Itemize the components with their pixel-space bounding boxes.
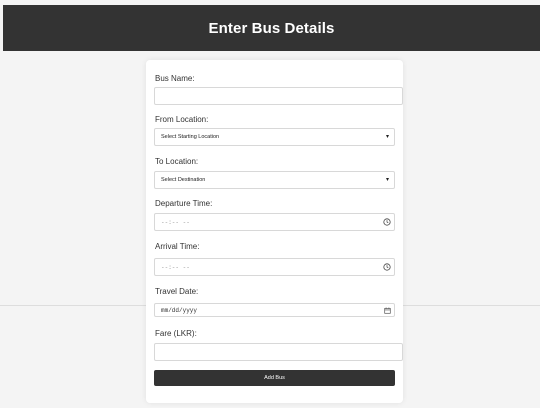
page-title: Enter Bus Details — [208, 19, 335, 37]
arrival-time-placeholder: --:-- -- — [161, 263, 190, 271]
bus-details-form: Bus Name: From Location: Select Starting… — [146, 60, 403, 403]
travel-date-placeholder: mm/dd/yyyy — [161, 306, 198, 314]
to-location-select[interactable]: Select Destination ▾ — [154, 171, 395, 189]
clock-icon[interactable] — [383, 218, 391, 226]
fare-input[interactable] — [154, 343, 403, 361]
arrival-time-input[interactable]: --:-- -- — [154, 258, 395, 276]
chevron-down-icon: ▾ — [385, 177, 389, 183]
from-location-select[interactable]: Select Starting Location ▾ — [154, 128, 395, 146]
to-location-selected: Select Destination — [161, 177, 206, 183]
bus-name-label: Bus Name: — [155, 74, 195, 83]
to-location-label: To Location: — [155, 157, 199, 166]
chevron-down-icon: ▾ — [385, 134, 389, 140]
departure-time-placeholder: --:-- -- — [161, 218, 190, 226]
from-location-label: From Location: — [155, 115, 209, 124]
travel-date-input[interactable]: mm/dd/yyyy — [154, 303, 395, 317]
bus-name-input[interactable] — [154, 87, 403, 105]
calendar-icon[interactable] — [384, 307, 391, 314]
from-location-selected: Select Starting Location — [161, 134, 220, 140]
departure-time-label: Departure Time: — [155, 199, 213, 208]
fare-label: Fare (LKR): — [155, 329, 197, 338]
page-header: Enter Bus Details — [3, 5, 540, 51]
add-bus-button[interactable]: Add Bus — [154, 370, 395, 386]
travel-date-label: Travel Date: — [155, 287, 199, 296]
arrival-time-label: Arrival Time: — [155, 242, 200, 251]
departure-time-input[interactable]: --:-- -- — [154, 213, 395, 231]
clock-icon[interactable] — [383, 263, 391, 271]
